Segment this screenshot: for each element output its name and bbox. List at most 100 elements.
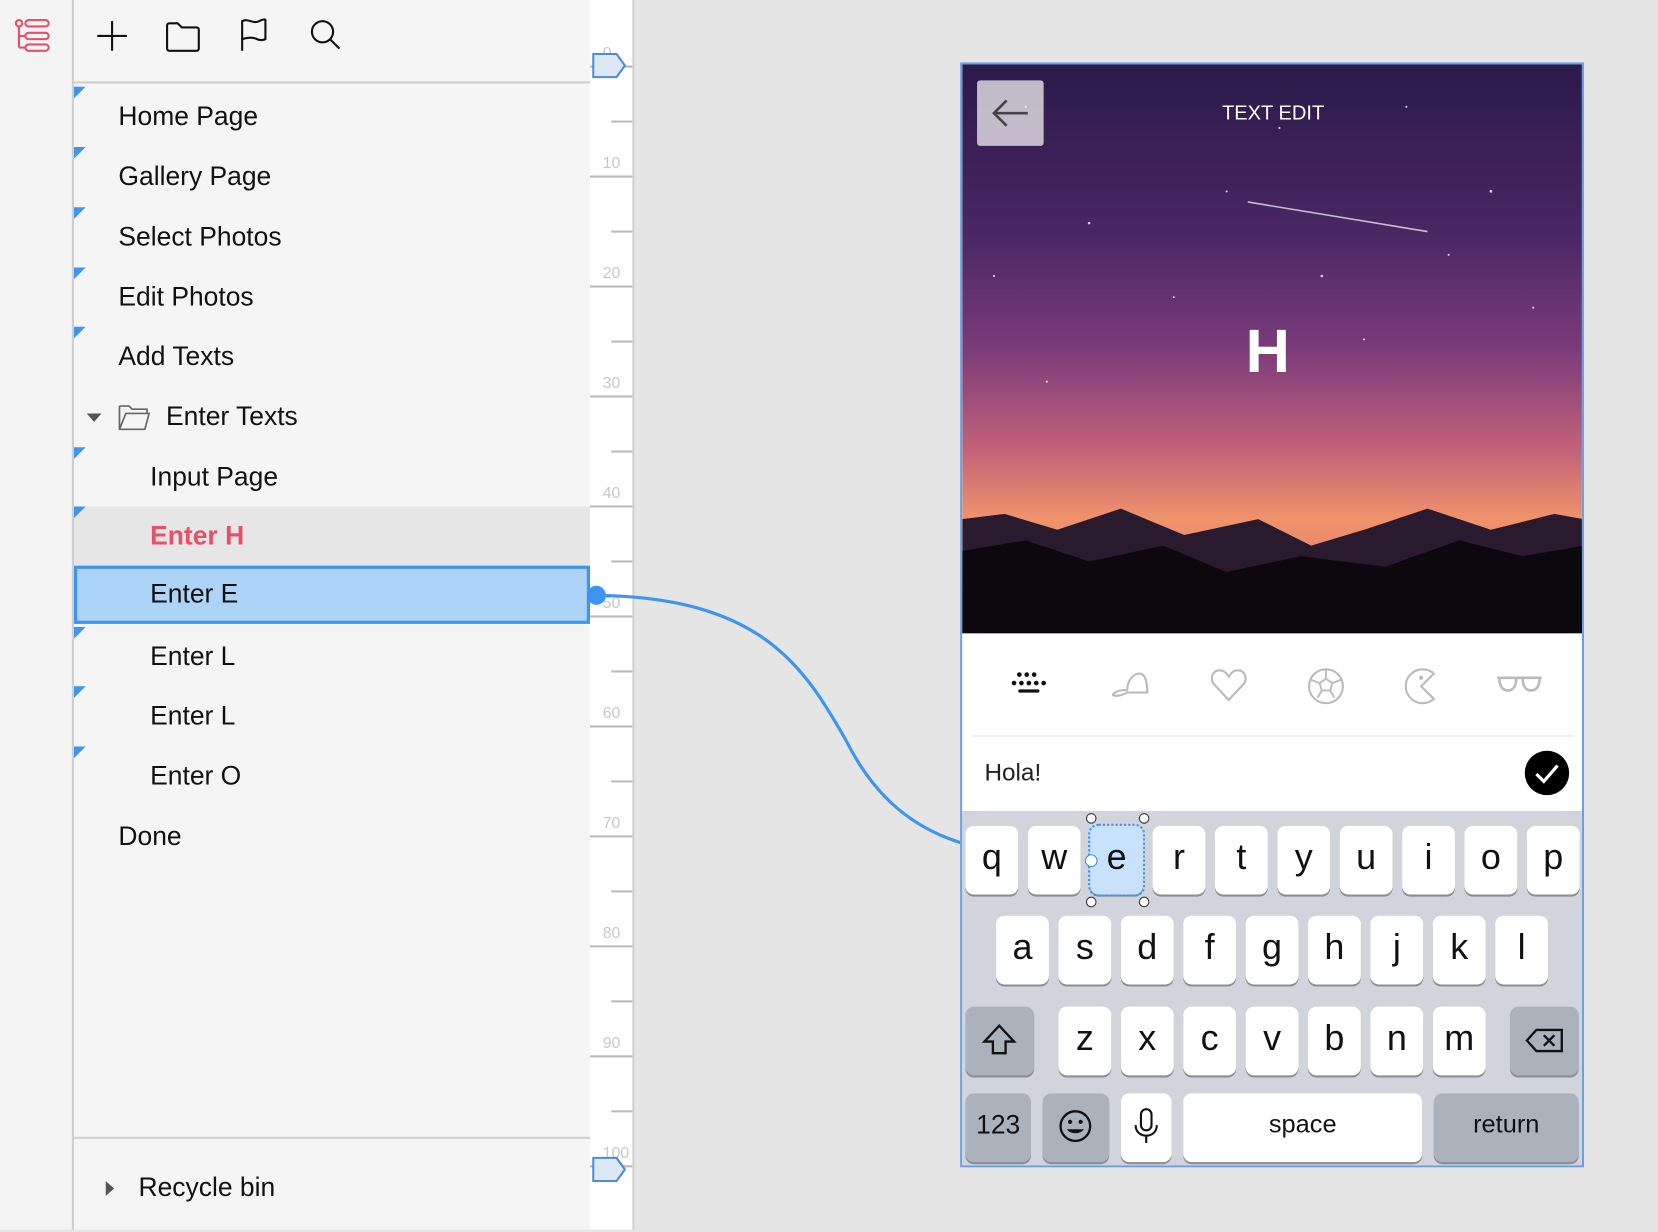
ruler-end-marker-icon[interactable]: [592, 1156, 626, 1183]
folder-icon: [118, 405, 151, 431]
ruler-label: 60: [602, 704, 621, 723]
disclosure-closed-icon[interactable]: [105, 1181, 115, 1196]
shift-key[interactable]: [965, 1006, 1035, 1076]
ruler-minor-tick: [611, 890, 633, 893]
key-q[interactable]: q: [965, 825, 1019, 895]
vertical-ruler[interactable]: 0102030405060708090100: [590, 0, 635, 1230]
tree-item-current[interactable]: Enter H: [74, 506, 591, 567]
keyboard: 123 space return qwertyuiop asdfghjkl zxcv…: [962, 811, 1582, 1166]
resize-handle[interactable]: [1138, 896, 1150, 908]
toolbar: [74, 0, 591, 84]
return-key[interactable]: return: [1433, 1093, 1579, 1163]
resize-handle[interactable]: [1085, 896, 1097, 908]
ruler-major-tick: [590, 1055, 633, 1058]
glasses-icon[interactable]: [1495, 674, 1544, 697]
tree-item[interactable]: Enter O: [74, 746, 590, 807]
key-u[interactable]: u: [1339, 825, 1393, 895]
item-label: Enter H: [150, 521, 245, 551]
tree-item[interactable]: Done: [74, 807, 590, 867]
key-g[interactable]: g: [1245, 915, 1299, 985]
ruler-minor-tick: [611, 230, 633, 233]
key-c[interactable]: c: [1183, 1006, 1237, 1076]
key-s[interactable]: s: [1058, 915, 1112, 985]
ruler-minor-tick: [611, 120, 633, 123]
pacman-icon[interactable]: [1404, 667, 1438, 705]
recycle-bin[interactable]: Recycle bin: [74, 1158, 590, 1218]
key-f[interactable]: f: [1183, 915, 1237, 985]
key-p[interactable]: p: [1526, 825, 1580, 895]
tree-item-selected[interactable]: Enter E: [74, 565, 591, 624]
ruler-minor-tick: [611, 780, 633, 783]
tree-folder[interactable]: Enter Texts: [74, 387, 590, 447]
ruler-major-tick: [590, 725, 633, 728]
key-j[interactable]: j: [1370, 915, 1424, 985]
emoji-face-icon: [1059, 1110, 1092, 1143]
ruler-label: 80: [602, 924, 621, 943]
tree-item[interactable]: Enter L: [74, 627, 590, 687]
marker-icon: [74, 207, 86, 219]
keyboard-icon[interactable]: [1009, 670, 1051, 702]
disclosure-open-icon[interactable]: [86, 413, 102, 422]
confirm-button[interactable]: [1524, 750, 1570, 796]
key-o[interactable]: o: [1464, 825, 1518, 895]
key-h[interactable]: h: [1308, 915, 1361, 985]
numbers-key[interactable]: 123: [965, 1093, 1031, 1163]
flag-icon[interactable]: [233, 15, 275, 57]
tree-item[interactable]: Input Page: [74, 447, 590, 507]
item-label: Select Photos: [118, 222, 282, 252]
microphone-icon: [1134, 1108, 1158, 1144]
tree-item[interactable]: Add Texts: [74, 326, 590, 387]
backspace-key[interactable]: [1509, 1006, 1579, 1076]
item-label: Enter E: [150, 579, 239, 610]
space-key[interactable]: space: [1183, 1093, 1423, 1163]
key-y[interactable]: y: [1277, 825, 1331, 895]
item-label: Enter O: [150, 761, 242, 791]
ruler-minor-tick: [611, 450, 633, 453]
marker-icon: [74, 627, 86, 639]
key-b[interactable]: b: [1308, 1006, 1361, 1076]
ruler-major-tick: [590, 285, 633, 288]
marker-icon: [74, 506, 86, 519]
search-icon[interactable]: [305, 15, 347, 57]
emoji-key[interactable]: [1042, 1093, 1110, 1163]
marker-icon: [74, 686, 86, 698]
text-input-row: Hola!: [962, 737, 1582, 812]
key-t[interactable]: t: [1214, 825, 1268, 895]
heart-icon[interactable]: [1210, 667, 1248, 703]
key-d[interactable]: d: [1120, 915, 1174, 985]
key-k[interactable]: k: [1432, 915, 1486, 985]
tree-item[interactable]: Select Photos: [74, 207, 590, 267]
ruler-major-tick: [590, 505, 633, 508]
tree-item[interactable]: Home Page: [74, 86, 590, 147]
ruler-start-marker-icon[interactable]: [592, 52, 626, 79]
key-l[interactable]: l: [1495, 915, 1549, 985]
tree-item[interactable]: Enter L: [74, 686, 590, 746]
key-m[interactable]: m: [1432, 1006, 1486, 1076]
key-r[interactable]: r: [1152, 825, 1206, 895]
ruler-label: 50: [602, 594, 621, 613]
resize-handle[interactable]: [1138, 813, 1150, 824]
tree-item[interactable]: Edit Photos: [74, 267, 590, 328]
text-input[interactable]: Hola!: [984, 758, 1041, 787]
resize-handle[interactable]: [1085, 813, 1097, 824]
cap-icon[interactable]: [1108, 667, 1150, 703]
microphone-key[interactable]: [1120, 1093, 1172, 1163]
checkmark-icon: [1535, 764, 1559, 784]
ruler-minor-tick: [611, 560, 633, 563]
key-v[interactable]: v: [1245, 1006, 1299, 1076]
key-e-selected[interactable]: e: [1088, 823, 1146, 897]
tree-item[interactable]: Gallery Page: [74, 146, 590, 207]
key-a[interactable]: a: [996, 915, 1049, 985]
outline-tree-icon[interactable]: [14, 19, 51, 53]
key-z[interactable]: z: [1058, 1006, 1112, 1076]
key-n[interactable]: n: [1370, 1006, 1424, 1076]
ruler-label: 20: [602, 264, 621, 283]
link-anchor[interactable]: [1084, 854, 1098, 868]
soccer-ball-icon[interactable]: [1307, 667, 1345, 705]
plus-icon[interactable]: [91, 15, 133, 57]
folder-icon[interactable]: [163, 15, 205, 57]
ruler-label: 30: [602, 374, 621, 393]
key-x[interactable]: x: [1120, 1006, 1174, 1076]
key-i[interactable]: i: [1402, 825, 1455, 895]
key-w[interactable]: w: [1027, 825, 1081, 895]
